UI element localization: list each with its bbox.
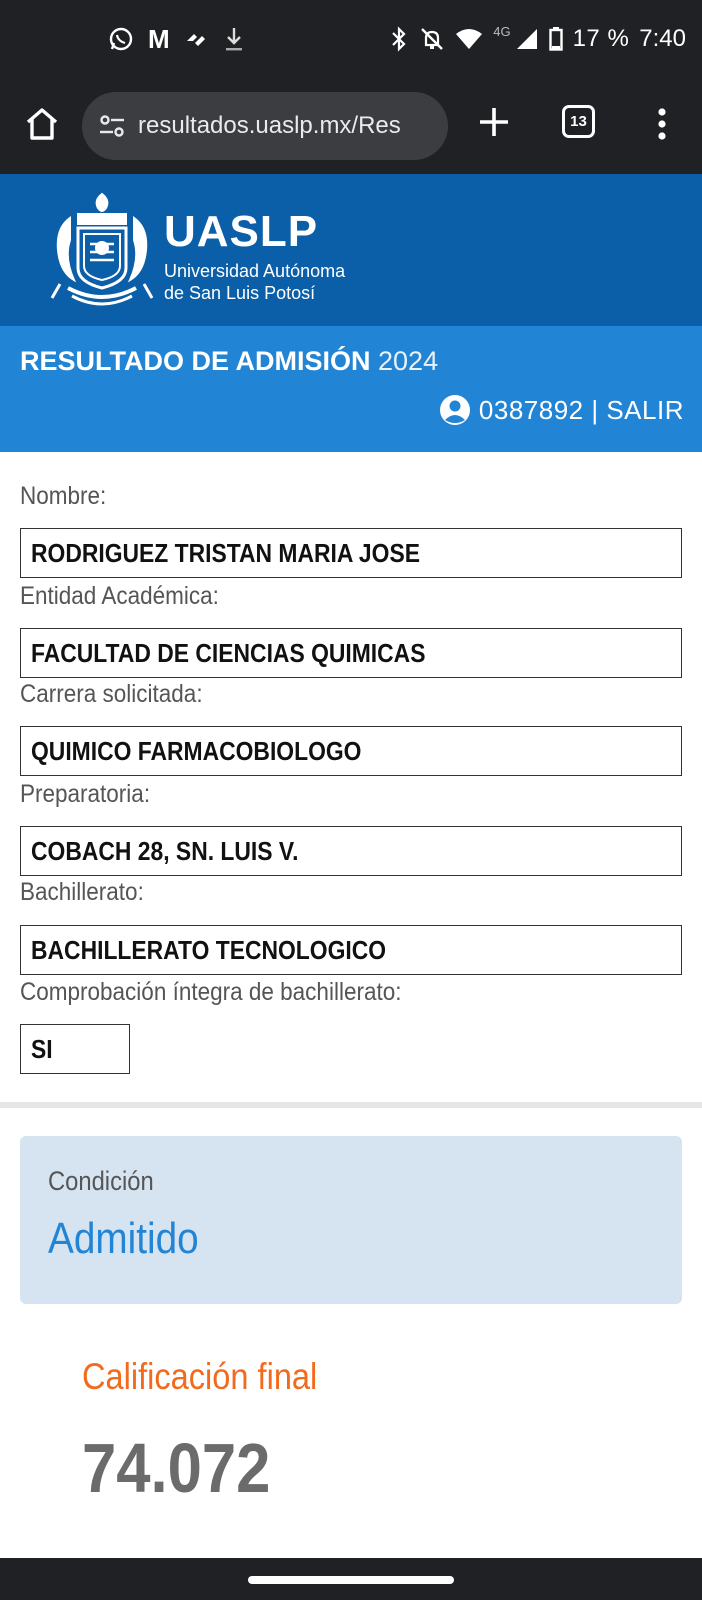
page-title-main: RESULTADO DE ADMISIÓN — [20, 346, 371, 376]
comprobacion-value: SI — [31, 1033, 53, 1064]
more-options-icon[interactable] — [650, 104, 674, 144]
browser-toolbar: resultados.uaslp.mx/Res 13 — [0, 78, 702, 174]
notification-icons: M — [108, 22, 246, 56]
status-bar: M 4G 17 % 7:40 — [0, 0, 702, 78]
comprobacion-field: SI — [20, 1024, 130, 1074]
wifi-icon — [456, 29, 483, 49]
brand-subtitle-line1: Universidad Autónoma — [164, 261, 346, 281]
entidad-label: Entidad Académica: — [20, 582, 219, 610]
whatsapp-icon — [109, 27, 133, 51]
condition-card: Condición Admitido — [20, 1136, 682, 1304]
page-title-year: 2024 — [378, 346, 439, 376]
account-circle-icon — [439, 395, 470, 425]
final-grade-value: 74.072 — [82, 1429, 271, 1507]
preparatoria-field: COBACH 28, SN. LUIS V. — [20, 826, 682, 876]
bachillerato-value: BACHILLERATO TECNOLOGICO — [31, 934, 387, 965]
entidad-value: FACULTAD DE CIENCIAS QUIMICAS — [31, 637, 426, 668]
site-header: UASLP Universidad Autónoma de San Luis P… — [0, 174, 702, 326]
title-band: RESULTADO DE ADMISIÓN 2024 0387892 | SAL… — [0, 326, 702, 452]
bachillerato-label: Bachillerato: — [20, 878, 144, 906]
url-text[interactable]: resultados.uaslp.mx/Res — [138, 112, 401, 140]
address-bar[interactable]: resultados.uaslp.mx/Res — [82, 92, 448, 160]
download-icon — [225, 28, 242, 51]
carrera-label: Carrera solicitada: — [20, 680, 203, 708]
preparatoria-value: COBACH 28, SN. LUIS V. — [31, 835, 299, 866]
user-id-logout-link[interactable]: 0387892 | SALIR — [479, 395, 684, 426]
home-icon[interactable] — [22, 104, 62, 144]
section-divider — [0, 1102, 702, 1108]
notifications-off-icon — [421, 28, 444, 50]
network-type-label: 4G — [493, 23, 511, 39]
home-gesture-handle[interactable] — [248, 1576, 454, 1584]
battery-icon — [548, 27, 563, 51]
brand-name: UASLP — [164, 207, 319, 256]
comprobacion-label: Comprobación íntegra de bachillerato: — [20, 978, 402, 1006]
preparatoria-label: Preparatoria: — [20, 780, 151, 808]
tab-count: 13 — [570, 113, 587, 130]
final-grade-label: Calificación final — [82, 1356, 318, 1397]
page-title: RESULTADO DE ADMISIÓN 2024 — [20, 344, 438, 378]
bachillerato-field: BACHILLERATO TECNOLOGICO — [20, 925, 682, 975]
carrera-value: QUIMICO FARMACOBIOLOGO — [31, 735, 362, 766]
nombre-value: RODRIGUEZ TRISTAN MARIA JOSE — [31, 537, 420, 568]
gmail-icon: M — [148, 23, 170, 54]
uaslp-seal-logo — [50, 192, 154, 306]
new-tab-icon[interactable] — [476, 104, 512, 140]
battery-percent: 17 % — [572, 25, 630, 52]
app-icon — [186, 34, 205, 46]
nombre-label: Nombre: — [20, 482, 107, 510]
carrera-field: QUIMICO FARMACOBIOLOGO — [20, 726, 682, 776]
user-session[interactable]: 0387892 | SALIR — [439, 392, 684, 428]
bluetooth-icon — [392, 26, 406, 52]
condition-label: Condición — [48, 1166, 154, 1196]
clock: 7:40 — [639, 25, 686, 52]
gesture-nav-bar — [0, 1558, 702, 1600]
tab-switcher-button[interactable]: 13 — [562, 105, 595, 138]
nombre-field: RODRIGUEZ TRISTAN MARIA JOSE — [20, 528, 682, 578]
system-icons: 4G 17 % 7:40 — [389, 20, 686, 58]
entidad-field: FACULTAD DE CIENCIAS QUIMICAS — [20, 628, 682, 678]
signal-icon — [516, 29, 537, 49]
brand-subtitle: Universidad Autónoma de San Luis Potosí — [164, 260, 345, 304]
site-settings-icon[interactable] — [96, 110, 128, 142]
brand-subtitle-line2: de San Luis Potosí — [164, 283, 316, 303]
condition-value: Admitido — [48, 1214, 199, 1263]
